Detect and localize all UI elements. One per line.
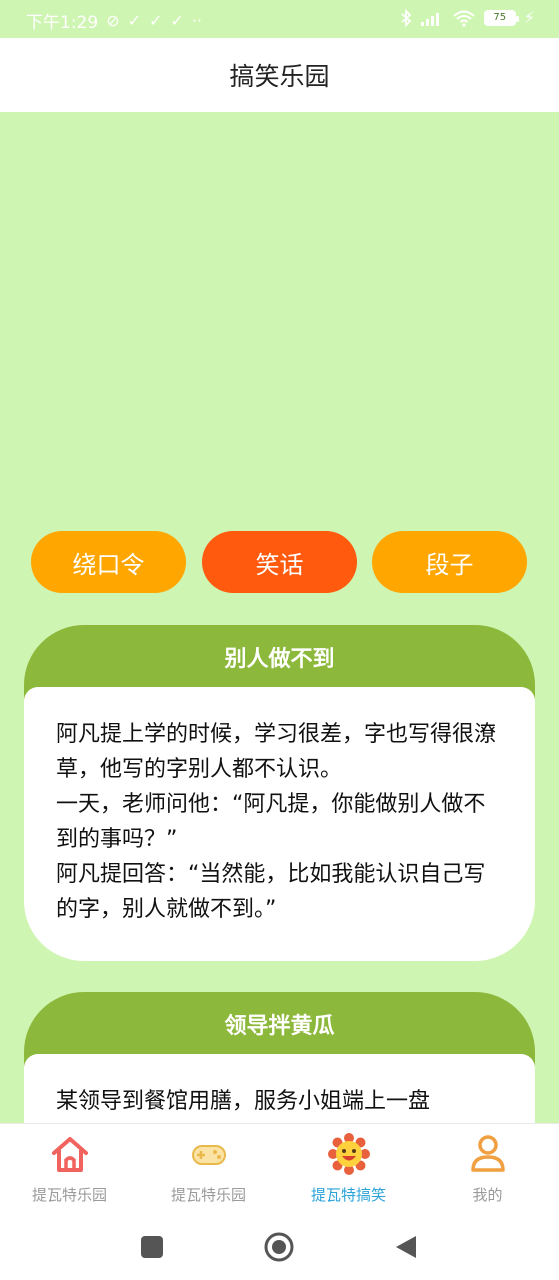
tab-tongue-twister[interactable]: 绕口令 bbox=[31, 531, 186, 593]
nav-item-mine[interactable]: 我的 bbox=[418, 1124, 557, 1216]
home-button-icon[interactable] bbox=[263, 1231, 295, 1263]
app-header: 搞笑乐园 bbox=[0, 38, 559, 112]
page-title: 搞笑乐园 bbox=[229, 62, 330, 91]
back-icon[interactable] bbox=[390, 1231, 422, 1263]
nav-label: 提瓦特乐园 bbox=[170, 1186, 246, 1204]
category-tabs: 绕口令 笑话 段子 bbox=[0, 531, 559, 593]
wifi-icon bbox=[453, 10, 475, 27]
joke-card[interactable]: 领导拌黄瓜 某领导到餐馆用膳，服务小姐端上一盘 bbox=[24, 992, 535, 1123]
joke-card[interactable]: 别人做不到 阿凡提上学的时候，学习很差，字也写得很潦草，他写的字别人都不认识。 … bbox=[24, 625, 535, 961]
nav-label: 我的 bbox=[472, 1186, 503, 1204]
nav-item-home[interactable]: 提瓦特乐园 bbox=[0, 1124, 139, 1216]
check-icon: ✓ bbox=[170, 11, 184, 30]
smiley-flower-icon bbox=[327, 1133, 370, 1175]
gamepad-icon bbox=[191, 1145, 226, 1165]
card-body: 某领导到餐馆用膳，服务小姐端上一盘 bbox=[24, 1054, 535, 1123]
tab-stories[interactable]: 段子 bbox=[372, 531, 527, 593]
status-bar: 下午1:29 ⊘ ✓ ✓ ✓ ·· 75 ⚡ bbox=[0, 0, 559, 38]
user-icon bbox=[470, 1135, 505, 1172]
check-icon: ✓ bbox=[127, 11, 141, 30]
recent-apps-icon[interactable] bbox=[136, 1231, 168, 1263]
card-text: 某领导到餐馆用膳，服务小姐端上一盘 bbox=[56, 1089, 431, 1114]
nav-item-funny[interactable]: 提瓦特搞笑 bbox=[279, 1124, 418, 1216]
card-title: 别人做不到 bbox=[224, 647, 335, 672]
bluetooth-icon bbox=[401, 8, 412, 27]
check-icon: ✓ bbox=[149, 11, 163, 30]
joke-list[interactable]: 别人做不到 阿凡提上学的时候，学习很差，字也写得很潦草，他写的字别人都不认识。 … bbox=[0, 625, 559, 1123]
card-body: 阿凡提上学的时候，学习很差，字也写得很潦草，他写的字别人都不认识。 一天，老师问… bbox=[24, 687, 535, 961]
charging-icon: ⚡ bbox=[523, 8, 535, 27]
tab-jokes[interactable]: 笑话 bbox=[202, 531, 357, 593]
nav-label: 提瓦特乐园 bbox=[31, 1186, 107, 1204]
home-icon bbox=[51, 1137, 88, 1172]
card-title: 领导拌黄瓜 bbox=[224, 1014, 335, 1039]
nav-item-games[interactable]: 提瓦特乐园 bbox=[139, 1124, 278, 1216]
bottom-nav: 提瓦特乐园 提瓦特乐园 提瓦特搞笑 我的 bbox=[0, 1123, 559, 1216]
status-left: 下午1:29 ⊘ ✓ ✓ ✓ ·· bbox=[26, 8, 202, 33]
tab-label: 绕口令 bbox=[72, 550, 145, 579]
nav-label: 提瓦特搞笑 bbox=[310, 1186, 386, 1204]
sync-off-icon: ⊘ bbox=[106, 11, 120, 30]
signal-icon bbox=[420, 12, 439, 26]
tab-label: 段子 bbox=[425, 550, 474, 579]
battery-level: 75 bbox=[493, 12, 507, 23]
system-nav-bar bbox=[0, 1215, 559, 1280]
status-right: 75 ⚡ bbox=[400, 8, 535, 27]
tab-label: 笑话 bbox=[255, 550, 304, 579]
battery-icon: 75 bbox=[483, 9, 519, 26]
more-dots-icon: ·· bbox=[191, 11, 202, 30]
card-text: 阿凡提上学的时候，学习很差，字也写得很潦草，他写的字别人都不认识。 一天，老师问… bbox=[56, 722, 497, 922]
status-time: 下午1:29 bbox=[26, 13, 99, 33]
